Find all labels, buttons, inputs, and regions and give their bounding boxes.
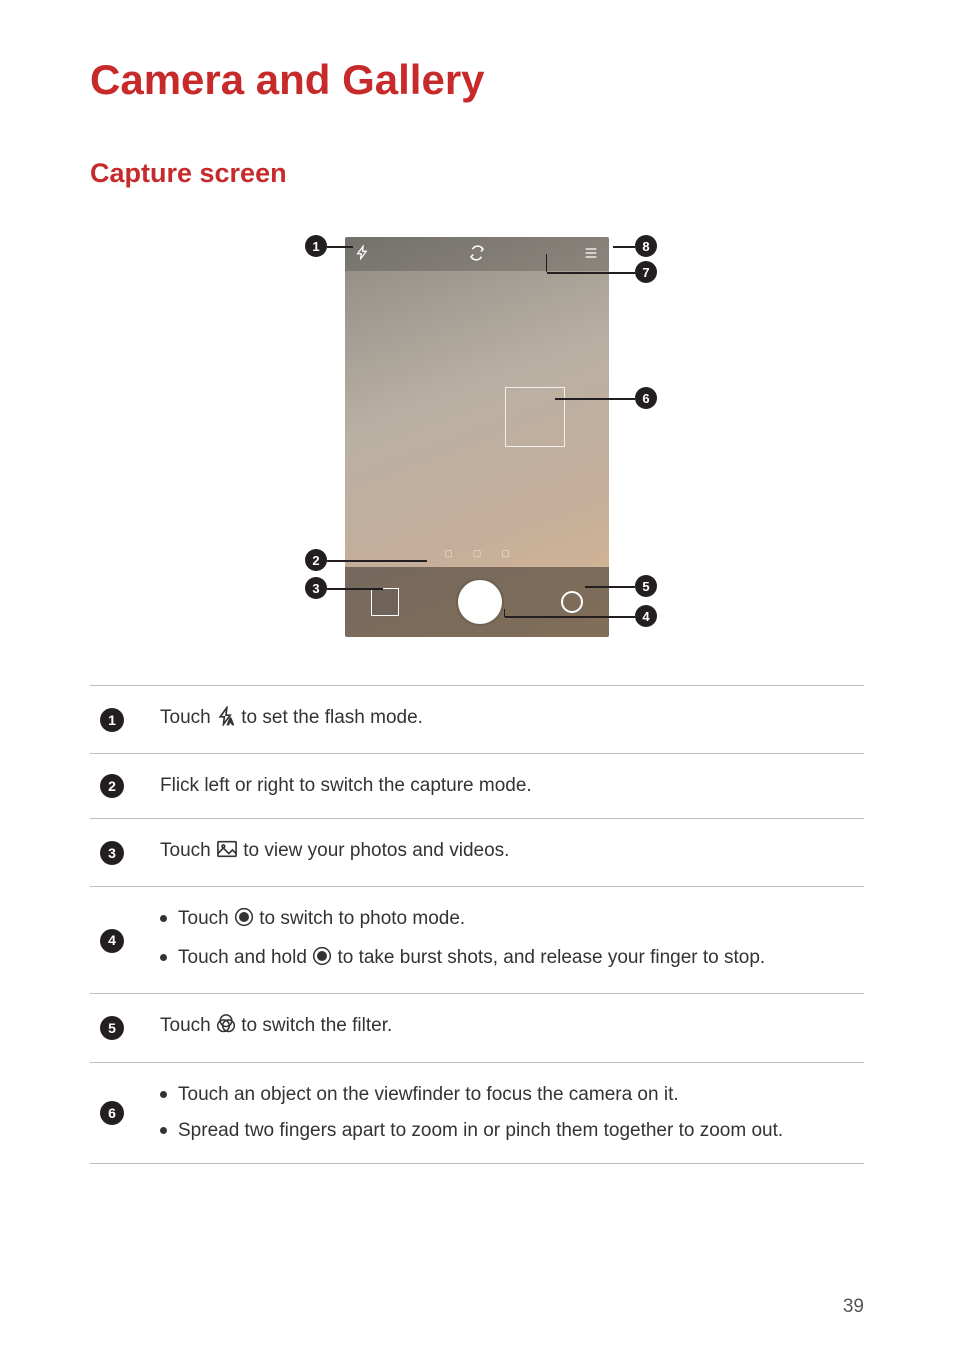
- flash-icon: A: [216, 703, 236, 739]
- mode-strip: ▢▢▢: [345, 539, 609, 567]
- camera-top-bar: [345, 237, 609, 271]
- row-badge-3: 3: [100, 841, 124, 865]
- shutter-button: [458, 580, 502, 624]
- callout-badge-7: 7: [635, 261, 657, 283]
- section-title: Capture screen: [90, 158, 864, 189]
- figure-wrapper: ▢▢▢ 1 2 3 8 7 6 5 4: [90, 229, 864, 649]
- menu-icon: [583, 245, 599, 264]
- text: to switch the filter.: [241, 1015, 392, 1036]
- text: to view your photos and videos.: [243, 840, 509, 861]
- switch-camera-icon: [468, 244, 486, 265]
- table-row: 1 Touch A to set the flash mode.: [90, 686, 864, 754]
- filter-button: [561, 591, 583, 613]
- focus-box: [505, 387, 565, 447]
- table-row: 4 Touch to switch to photo mode. Touch a…: [90, 887, 864, 994]
- table-row: 2 Flick left or right to switch the capt…: [90, 754, 864, 819]
- list-item: Spread two fingers apart to zoom in or p…: [160, 1113, 854, 1149]
- callout-badge-8: 8: [635, 235, 657, 257]
- page-number: 39: [843, 1296, 864, 1318]
- callout-table: 1 Touch A to set the flash mode. 2 Flick…: [90, 685, 864, 1164]
- callout-badge-6: 6: [635, 387, 657, 409]
- flash-icon: [355, 245, 370, 263]
- text: Flick left or right to switch the captur…: [160, 775, 532, 796]
- row-badge-4: 4: [100, 929, 124, 953]
- table-row: 5 Touch to switch the filter.: [90, 994, 864, 1062]
- text: to set the flash mode.: [241, 707, 423, 728]
- row-badge-1: 1: [100, 708, 124, 732]
- shutter-icon: [312, 943, 332, 979]
- table-row: 3 Touch to view your photos and videos.: [90, 819, 864, 887]
- text: Touch: [160, 1015, 216, 1036]
- shutter-icon: [234, 904, 254, 940]
- table-row: 6 Touch an object on the viewfinder to f…: [90, 1062, 864, 1163]
- callout-badge-4: 4: [635, 605, 657, 627]
- camera-bottom-bar: [345, 567, 609, 637]
- filter-icon: [216, 1011, 236, 1047]
- page-title: Camera and Gallery: [90, 56, 864, 104]
- list-item: Touch and hold to take burst shots, and …: [160, 940, 854, 979]
- gallery-thumbnail: [371, 588, 399, 616]
- list-item: Touch an object on the viewfinder to foc…: [160, 1077, 854, 1113]
- row-badge-5: 5: [100, 1016, 124, 1040]
- callout-badge-3: 3: [305, 577, 327, 599]
- row-badge-2: 2: [100, 774, 124, 798]
- text: Touch: [160, 707, 216, 728]
- phone-screenshot: ▢▢▢: [345, 237, 609, 637]
- capture-screen-figure: ▢▢▢ 1 2 3 8 7 6 5 4: [277, 229, 677, 649]
- svg-text:A: A: [228, 716, 234, 726]
- text: Touch: [160, 840, 216, 861]
- gallery-icon: [216, 836, 238, 872]
- callout-badge-5: 5: [635, 575, 657, 597]
- row-badge-6: 6: [100, 1101, 124, 1125]
- list-item: Touch to switch to photo mode.: [160, 901, 854, 940]
- callout-badge-2: 2: [305, 549, 327, 571]
- callout-badge-1: 1: [305, 235, 327, 257]
